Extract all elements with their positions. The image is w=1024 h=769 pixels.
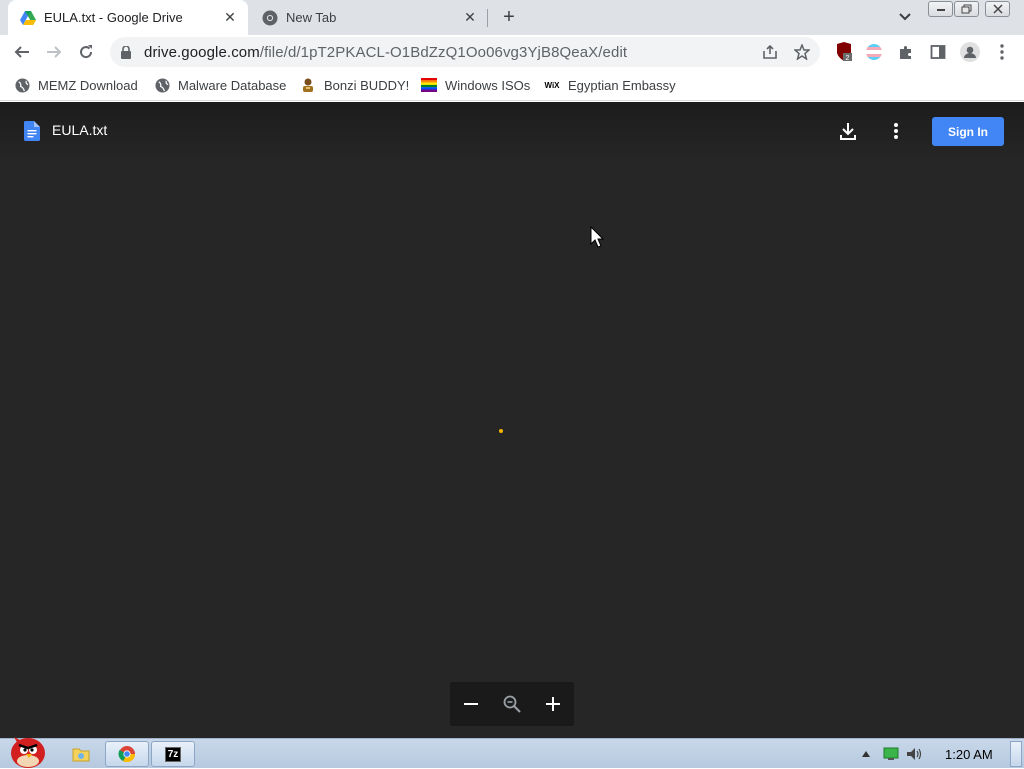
maximize-button[interactable] [954,1,979,17]
bookmark-label: Egyptian Embassy [568,77,676,93]
ublock-icon[interactable]: 2 [832,40,856,64]
zoom-out-icon[interactable] [459,692,483,716]
globe-icon [154,77,170,93]
drive-file-viewer: EULA.txt Sign In [0,102,1024,738]
url-path: /file/d/1pT2PKACL-O1BdZzQ1Oo06vg3YjB8Qea… [259,43,628,61]
taskbar-clock[interactable]: 1:20 AM [945,747,993,762]
url-text: drive.google.com/file/d/1pT2PKACL-O1BdZz… [144,44,627,61]
bonzi-icon [300,77,316,93]
trans-flag-extension-icon[interactable] [862,40,886,64]
more-options-icon[interactable] [884,119,908,143]
side-panel-icon[interactable] [926,40,950,64]
zoom-toolbar [450,682,574,726]
bookmark-label: Windows ISOs [445,77,531,93]
forward-arrow-icon[interactable] [42,40,66,64]
zoom-magnifier-icon[interactable] [500,692,524,716]
google-drive-icon [20,10,36,26]
window-close-button[interactable] [985,1,1010,17]
profile-avatar-icon[interactable] [958,40,982,64]
bookmarks-bar: MEMZ Download Malware Database Bonzi BUD… [0,69,1024,101]
mouse-cursor-icon [590,226,605,248]
tab-eula[interactable]: EULA.txt - Google Drive ✕ [8,0,248,35]
google-docs-icon [24,121,40,141]
viewer-header: EULA.txt Sign In [0,102,1024,160]
volume-icon[interactable] [904,741,926,767]
close-icon[interactable]: ✕ [220,8,240,28]
star-icon[interactable] [790,40,814,64]
tray-expand-icon[interactable] [858,741,874,767]
os-taskbar: 7z 1:20 AM [0,737,1024,768]
bookmark-label: Bonzi BUDDY! [324,77,410,93]
chrome-icon [262,10,278,26]
extension-badge: 2 [846,55,850,62]
file-explorer-icon[interactable] [68,741,94,767]
7zip-icon: 7z [164,746,182,762]
bookmark-egyptian-embassy[interactable]: WiX Egyptian Embassy [544,75,676,95]
tab-title: EULA.txt - Google Drive [44,10,183,25]
rainbow-flag-icon [421,77,437,93]
start-button-angry-bird-icon[interactable] [4,731,50,769]
network-icon[interactable] [880,741,902,767]
bookmark-windows-isos[interactable]: Windows ISOs [421,75,530,95]
bookmark-label: MEMZ Download [38,77,138,93]
show-desktop-button[interactable] [1010,741,1022,767]
tab-divider [487,9,488,27]
taskbar-chrome-button[interactable] [105,741,149,767]
reload-icon[interactable] [74,40,98,64]
browser-toolbar: drive.google.com/file/d/1pT2PKACL-O1BdZz… [0,35,1024,69]
globe-icon [14,77,30,93]
download-icon[interactable] [836,119,860,143]
share-icon[interactable] [758,40,782,64]
wix-icon: WiX [544,80,560,90]
chevron-down-icon[interactable] [895,7,915,27]
zoom-in-icon[interactable] [541,692,565,716]
taskbar-7zip-button[interactable]: 7z [151,741,195,767]
bookmark-malware-database[interactable]: Malware Database [154,75,286,95]
new-tab-button[interactable]: + [497,5,521,29]
tab-new-tab[interactable]: New Tab ✕ [250,0,488,35]
bookmark-memz-download[interactable]: MEMZ Download [14,75,138,95]
loading-spinner [499,429,503,433]
close-icon[interactable]: ✕ [460,8,480,28]
url-domain: drive.google.com [144,43,260,61]
back-arrow-icon[interactable] [10,40,34,64]
sign-in-button[interactable]: Sign In [932,117,1004,146]
tab-title: New Tab [286,10,337,25]
puzzle-icon[interactable] [894,40,918,64]
lock-icon[interactable] [118,45,134,59]
bookmark-label: Malware Database [178,77,287,93]
bookmark-bonzi-buddy[interactable]: Bonzi BUDDY! [300,75,409,95]
kebab-menu-icon[interactable] [990,40,1014,64]
file-title: EULA.txt [52,122,108,138]
tab-strip: EULA.txt - Google Drive ✕ New Tab ✕ + [0,0,1024,35]
address-bar[interactable]: drive.google.com/file/d/1pT2PKACL-O1BdZz… [110,37,820,67]
minimize-button[interactable] [928,1,953,17]
